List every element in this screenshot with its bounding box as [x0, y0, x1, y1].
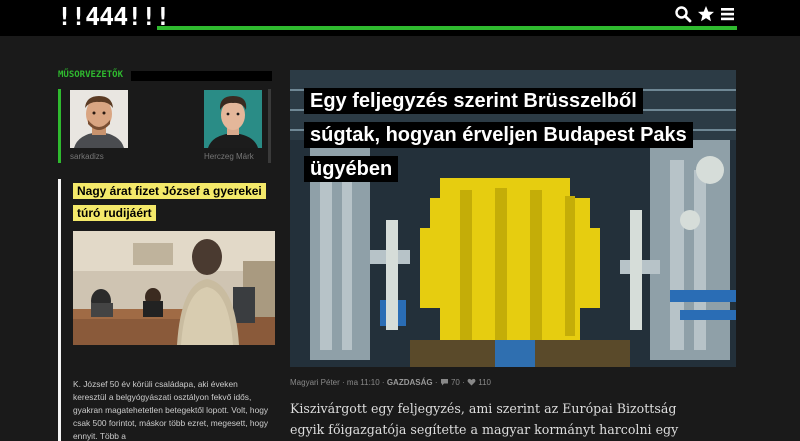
sidebar-article-title[interactable]: Nagy árat fizet József a gyerekei túró r…	[73, 180, 266, 224]
comment-count[interactable]: 70	[451, 378, 460, 387]
lead-article-intro: Kiszivárgott egy feljegyzés, ami szerint…	[290, 401, 679, 437]
host-name[interactable]: Herczeg Márk	[204, 152, 262, 161]
header-accent-line	[157, 26, 737, 30]
host-name[interactable]: sarkadizs	[70, 152, 128, 161]
sidebar-article-excerpt: K. József 50 év körüli családapa, aki év…	[73, 379, 269, 441]
heart-icon[interactable]	[467, 378, 476, 386]
sidebar-article-image[interactable]	[73, 231, 275, 345]
lead-article-meta: Magyari Péter · ma 11:10 · GAZDASÁG · 70…	[290, 377, 491, 389]
search-icon[interactable]	[674, 5, 692, 23]
sidebar-article-card[interactable]: Nagy árat fizet József a gyerekei túró r…	[58, 179, 275, 441]
star-icon[interactable]	[697, 5, 715, 23]
top-bar: !!444!!!	[0, 0, 800, 36]
hosts-panel: sarkadizs Herczeg Márk	[58, 89, 272, 163]
lead-article-headline[interactable]: Egy feljegyzés szerint Brüsszelből súgta…	[304, 84, 704, 186]
menu-icon[interactable]	[719, 5, 737, 23]
author-link[interactable]: Magyari Péter	[290, 378, 340, 387]
comment-icon[interactable]	[440, 378, 449, 386]
like-count[interactable]: 110	[478, 378, 491, 387]
host-photo[interactable]	[70, 90, 128, 148]
site-logo[interactable]: !!444!!!	[57, 3, 170, 31]
publish-time: ma 11:10	[346, 378, 380, 387]
lead-article-hero[interactable]: Egy feljegyzés szerint Brüsszelből súgta…	[290, 70, 736, 367]
host-card[interactable]: Herczeg Márk	[204, 90, 262, 161]
section-label-hosts: MŰSORVEZETŐK	[58, 70, 124, 80]
section-divider	[131, 71, 272, 81]
host-photo[interactable]	[204, 90, 262, 148]
host-card[interactable]: sarkadizs	[70, 90, 128, 161]
hosts-panel-border	[268, 89, 271, 163]
category-link[interactable]: GAZDASÁG	[387, 378, 433, 387]
